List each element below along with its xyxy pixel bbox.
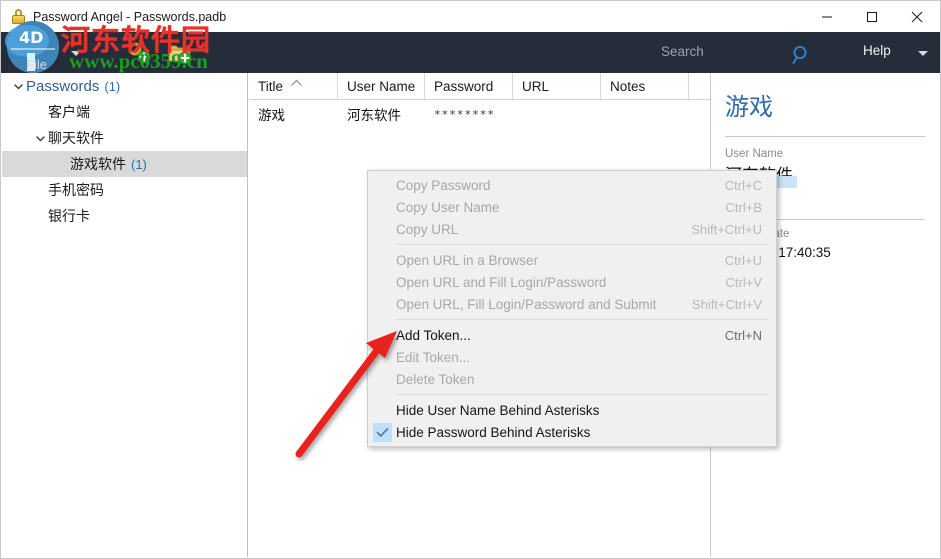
sidebar-item-group-2[interactable]: 聊天软件 xyxy=(2,125,247,151)
column-header-user-name[interactable]: User Name xyxy=(338,73,425,99)
check-mark-icon xyxy=(368,422,396,442)
padlock-icon xyxy=(11,9,26,24)
menu-item-label: Open URL, Fill Login/Password and Submit xyxy=(396,296,657,312)
menu-item-hide-password-behind-asterisks[interactable]: Hide Password Behind Asterisks xyxy=(368,421,776,443)
magnifier-icon[interactable] xyxy=(791,44,813,66)
column-header-url[interactable]: URL xyxy=(513,73,601,99)
menu-item-label: Copy URL xyxy=(396,221,459,237)
sidebar-item-label: 手机密码 xyxy=(48,182,104,198)
chevron-down-icon[interactable] xyxy=(918,51,928,56)
cell-password: ******** xyxy=(434,107,495,121)
menu-item-label: Copy Password xyxy=(396,177,491,193)
title-bar: Password Angel - Passwords.padb xyxy=(1,1,940,33)
sidebar-item-group-4[interactable]: 手机密码 xyxy=(2,177,247,203)
menu-item-label: Add Token... xyxy=(396,327,471,343)
cell-user-name: 河东软件 xyxy=(347,108,401,123)
cell-url xyxy=(513,100,601,128)
file-menu-label[interactable]: File xyxy=(26,43,47,58)
menu-item-label: Open URL in a Browser xyxy=(396,252,539,268)
menu-item-delete-token: Delete Token xyxy=(368,368,776,390)
menu-separator xyxy=(396,319,768,320)
folder-add-icon[interactable] xyxy=(167,40,193,66)
chevron-down-icon[interactable] xyxy=(32,130,48,146)
menu-item-shortcut: Ctrl+V xyxy=(725,274,762,290)
menu-item-add-token[interactable]: Add Token... Ctrl+N xyxy=(368,324,776,346)
sidebar-item-group-5[interactable]: 银行卡 xyxy=(2,203,247,229)
menu-item-shortcut: Ctrl+C xyxy=(724,177,762,193)
menu-item-open-url-and-fill-login-password: Open URL and Fill Login/Password Ctrl+V xyxy=(368,271,776,293)
toolbar: File Search Help xyxy=(1,32,940,73)
column-header-notes[interactable]: Notes xyxy=(601,73,689,99)
menu-item-label: Hide Password Behind Asterisks xyxy=(396,424,591,440)
minimize-button[interactable] xyxy=(804,1,849,32)
menu-item-copy-user-name: Copy User Name Ctrl+B xyxy=(368,196,776,218)
menu-separator xyxy=(396,244,768,245)
column-header-label: User Name xyxy=(347,78,416,94)
key-add-icon[interactable] xyxy=(127,40,153,66)
column-header-title[interactable]: Title xyxy=(249,73,338,99)
detail-user-name-label: User Name xyxy=(725,148,784,160)
menu-separator xyxy=(396,394,768,395)
menu-item-label: Delete Token xyxy=(396,371,475,387)
menu-item-label: Hide User Name Behind Asterisks xyxy=(396,402,600,418)
cell-title: 游戏 xyxy=(258,108,285,123)
table-header-row: Title User Name Password URL Notes xyxy=(249,73,713,100)
menu-item-shortcut: Shift+Ctrl+V xyxy=(691,296,762,312)
window-title: Password Angel - Passwords.padb xyxy=(33,9,227,24)
table-row[interactable]: 游戏 河东软件 ******** xyxy=(249,100,711,128)
sidebar-item-label: 客户端 xyxy=(48,104,90,120)
column-header-label: Notes xyxy=(610,78,646,94)
column-header-label: URL xyxy=(522,78,550,94)
menu-item-label: Edit Token... xyxy=(396,349,471,365)
menu-item-label: Copy User Name xyxy=(396,199,500,215)
detail-title: 游戏 xyxy=(725,94,773,121)
column-header-password[interactable]: Password xyxy=(425,73,513,99)
cell-notes xyxy=(601,100,689,128)
title-bar-left: Password Angel - Passwords.padb xyxy=(11,1,226,32)
sidebar-item-group-3[interactable]: 游戏软件 (1) xyxy=(2,151,247,177)
help-menu-label[interactable]: Help xyxy=(863,43,891,58)
sidebar-item-label: Passwords xyxy=(26,77,100,95)
detail-divider xyxy=(725,136,925,137)
context-menu[interactable]: Copy Password Ctrl+C Copy User Name Ctrl+B C… xyxy=(367,170,777,447)
maximize-button[interactable] xyxy=(849,1,894,32)
sidebar-item-passwords[interactable]: Passwords (1) xyxy=(2,73,247,99)
table-body: 游戏 河东软件 ******** xyxy=(249,100,711,128)
menu-item-copy-url: Copy URL Shift+Ctrl+U xyxy=(368,218,776,240)
sidebar-item-count: (1) xyxy=(104,78,121,94)
column-header-label: Password xyxy=(434,78,494,94)
sidebar-tree: Passwords (1) 客户端 聊天软件 游戏软件 (1) 手机密码 银行卡 xyxy=(2,73,248,557)
sidebar-item-label: 游戏软件 xyxy=(70,156,126,172)
menu-item-label: Open URL and Fill Login/Password xyxy=(396,274,607,290)
menu-item-shortcut: Ctrl+B xyxy=(725,199,762,215)
column-header-label: Title xyxy=(258,78,284,94)
menu-item-shortcut: Shift+Ctrl+U xyxy=(691,221,762,237)
close-button[interactable] xyxy=(894,1,940,32)
search-input[interactable]: Search xyxy=(661,44,704,59)
sidebar-item-label: 银行卡 xyxy=(48,208,90,224)
application-window: Password Angel - Passwords.padb File Sea… xyxy=(0,0,941,559)
menu-item-hide-user-name-behind-asterisks[interactable]: Hide User Name Behind Asterisks xyxy=(368,399,776,421)
menu-item-copy-password: Copy Password Ctrl+C xyxy=(368,174,776,196)
sidebar-item-count: (1) xyxy=(131,156,147,172)
sort-ascending-icon xyxy=(291,74,302,89)
menu-item-edit-token: Edit Token... xyxy=(368,346,776,368)
detail-password-field-highlight[interactable] xyxy=(775,176,797,188)
menu-item-shortcut: Ctrl+U xyxy=(724,252,762,268)
sidebar-item-label: 聊天软件 xyxy=(48,130,104,146)
menu-item-open-url-in-a-browser: Open URL in a Browser Ctrl+U xyxy=(368,249,776,271)
menu-item-open-url-fill-login-password-and-submit: Open URL, Fill Login/Password and Submit… xyxy=(368,293,776,315)
menu-item-shortcut: Ctrl+N xyxy=(724,327,762,343)
chevron-down-icon[interactable] xyxy=(10,78,26,94)
window-controls xyxy=(804,1,940,32)
chevron-down-icon[interactable] xyxy=(71,51,81,56)
sidebar-item-group-1[interactable]: 客户端 xyxy=(2,99,247,125)
